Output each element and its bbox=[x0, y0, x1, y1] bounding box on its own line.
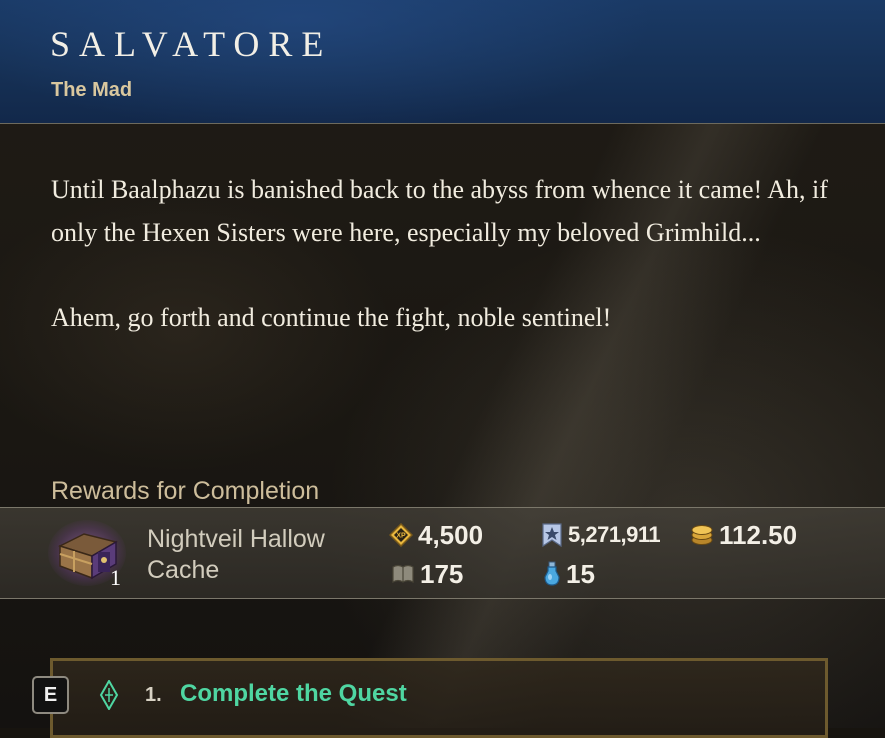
faction-reward: 175 bbox=[391, 559, 463, 589]
dialogue-paragraph: Until Baalphazu is banished back to the … bbox=[51, 175, 828, 247]
npc-name: SALVATORE bbox=[50, 24, 333, 64]
faction-icon bbox=[392, 564, 414, 584]
xp-reward: XP 4,500 bbox=[389, 520, 483, 550]
azoth-vial-icon bbox=[544, 561, 560, 586]
azoth-vial-value: 15 bbox=[566, 559, 595, 589]
npc-title: The Mad bbox=[51, 79, 133, 101]
azoth-vial-reward: 15 bbox=[543, 559, 595, 589]
standing-reward: 5,271,911 bbox=[541, 520, 661, 550]
xp-icon: XP bbox=[389, 523, 413, 547]
coin-reward: 112.50 bbox=[690, 520, 797, 550]
npc-header: SALVATORE The Mad bbox=[0, 0, 885, 124]
interact-key-hint[interactable]: E bbox=[32, 676, 69, 714]
standing-icon bbox=[542, 523, 562, 548]
dialogue-text: Until Baalphazu is banished back to the … bbox=[51, 168, 841, 339]
faction-value: 175 bbox=[420, 559, 464, 589]
standing-value: 5,271,911 bbox=[568, 522, 661, 547]
objective-text[interactable]: Complete the Quest bbox=[180, 680, 407, 708]
quest-diamond-icon bbox=[99, 680, 119, 710]
coin-value: 112.50 bbox=[719, 520, 798, 550]
xp-value: 4,500 bbox=[418, 520, 484, 550]
rewards-heading: Rewards for Completion bbox=[51, 477, 320, 505]
quest-objective[interactable] bbox=[50, 658, 828, 738]
coin-icon bbox=[691, 525, 713, 545]
item-count: 1 bbox=[110, 565, 121, 590]
dialogue-paragraph: Ahem, go forth and continue the fight, n… bbox=[51, 303, 612, 332]
reward-item-name: Nightveil Hallow Cache bbox=[147, 525, 325, 584]
svg-text:XP: XP bbox=[396, 533, 406, 540]
objective-number: 1. bbox=[145, 684, 162, 706]
